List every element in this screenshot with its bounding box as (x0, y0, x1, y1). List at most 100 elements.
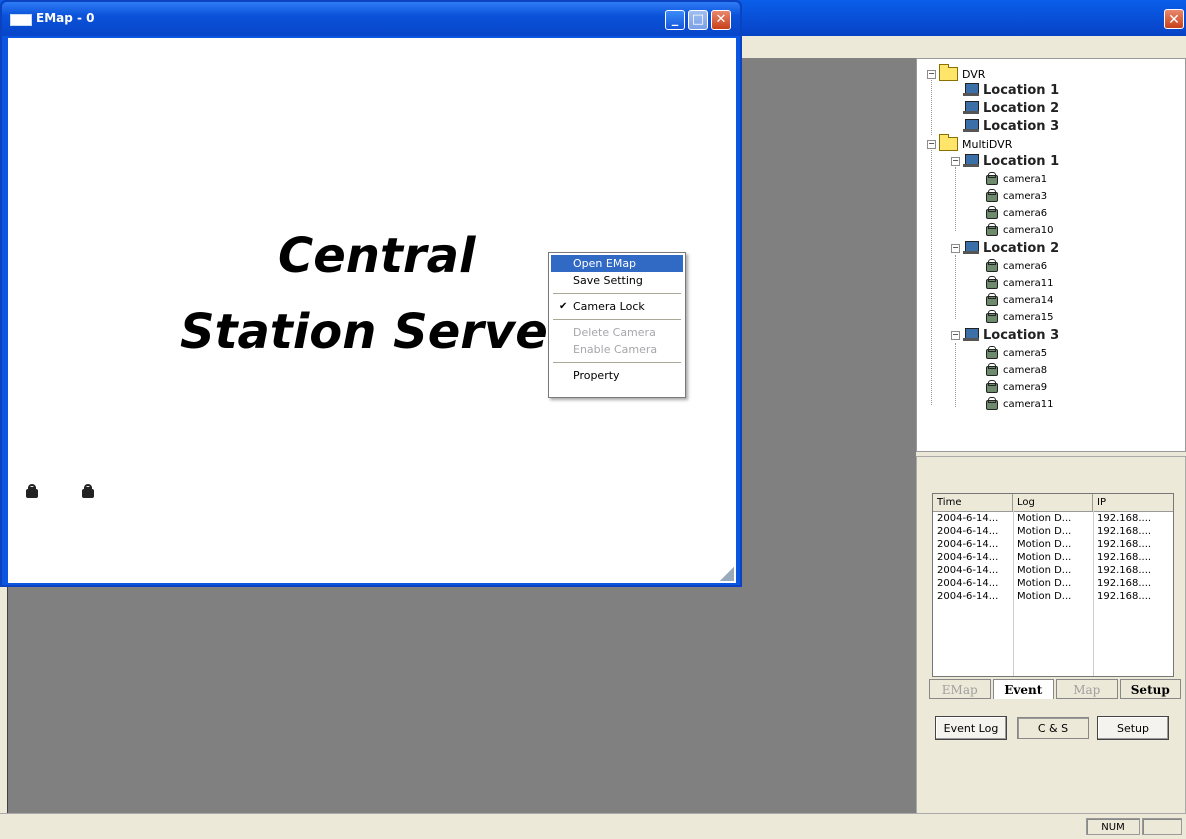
camera-icon (985, 380, 999, 394)
tree-node-label: Location 3 (983, 118, 1060, 134)
table-cell: Motion D... (1017, 526, 1072, 537)
table-cell: 192.168.... (1097, 591, 1152, 602)
camera-icon (985, 310, 999, 324)
camera-icon (985, 397, 999, 411)
menu-separator (553, 319, 681, 320)
tab-setup[interactable]: Setup (1119, 679, 1181, 699)
tree-node-label: MultiDVR (962, 137, 1013, 151)
tree-node-camera[interactable]: camera14 (985, 291, 1053, 309)
tree-node-label: DVR (962, 67, 986, 81)
camera-icon (985, 189, 999, 203)
menu-item-label: Camera Lock (573, 300, 645, 313)
table-cell: 2004-6-14... (937, 539, 999, 550)
tree-node-camera[interactable]: camera6 (985, 204, 1047, 222)
window-icon (10, 14, 32, 26)
emap-titlebar[interactable]: EMap - 0 _ □ ✕ (2, 2, 740, 36)
tree-node-label: camera10 (1003, 224, 1054, 236)
menu-item-save-setting[interactable]: Save Setting (551, 272, 683, 289)
tree-node-multidvr-location[interactable]: − Location 1 (951, 152, 1059, 170)
tree-node-camera[interactable]: camera11 (985, 395, 1053, 413)
tree-node-multidvr-location[interactable]: − Location 2 (951, 239, 1059, 257)
table-header: Time Log IP (933, 494, 1173, 512)
tab-emap[interactable]: EMap (929, 679, 991, 699)
tab-event[interactable]: Event (992, 679, 1054, 699)
table-row[interactable]: 2004-6-14... Motion D... 192.168.... (933, 577, 1173, 590)
map-camera-icon[interactable] (80, 484, 98, 500)
dvr-icon (963, 241, 979, 255)
context-menu: Open EMap Save Setting ✔ Camera Lock Del… (548, 252, 686, 398)
tree-node-label: camera6 (1003, 207, 1048, 219)
menu-separator (553, 362, 681, 363)
dvr-icon (963, 119, 979, 133)
map-camera-icon[interactable] (24, 484, 42, 500)
table-cell: 2004-6-14... (937, 526, 999, 537)
maximize-button[interactable]: □ (688, 10, 708, 30)
tree-node-dvr-location[interactable]: Location 2 (963, 99, 1059, 117)
tree-node-label: Location 1 (983, 82, 1060, 98)
tree-node-dvr-location[interactable]: Location 1 (963, 81, 1059, 99)
window-title: EMap - 0 (36, 11, 95, 25)
collapse-icon[interactable]: − (927, 139, 936, 149)
tree-node-label: camera3 (1003, 190, 1048, 202)
folder-icon (939, 64, 958, 81)
resize-grip-icon[interactable] (720, 567, 734, 581)
column-header-ip[interactable]: IP (1093, 494, 1173, 511)
tree-node-dvr-location[interactable]: Location 3 (963, 117, 1059, 135)
app-close-button[interactable]: ✕ (1164, 9, 1184, 29)
camera-icon (985, 172, 999, 186)
status-cell-empty (1142, 818, 1182, 835)
close-button[interactable]: ✕ (711, 10, 731, 30)
collapse-icon[interactable]: − (951, 330, 960, 340)
menu-item-open-emap[interactable]: Open EMap (551, 255, 683, 272)
mode-display: C & S (1017, 717, 1089, 739)
map-text-line1: Central (278, 228, 476, 284)
collapse-icon[interactable]: − (927, 69, 936, 79)
tree-node-label: camera11 (1003, 277, 1054, 289)
tree-node-multidvr[interactable]: − MultiDVR (927, 134, 1013, 153)
camera-icon (985, 276, 999, 290)
tree-node-label: camera1 (1003, 173, 1048, 185)
collapse-icon[interactable]: − (951, 243, 960, 253)
tree-node-camera[interactable]: camera8 (985, 361, 1047, 379)
tree-node-camera[interactable]: camera1 (985, 170, 1047, 188)
event-log-button[interactable]: Event Log (935, 716, 1007, 740)
dvr-icon (963, 154, 979, 168)
table-cell: 192.168.... (1097, 513, 1152, 524)
panel-tabs: EMap Event Map Setup (929, 679, 1181, 699)
tree-node-camera[interactable]: camera15 (985, 308, 1053, 326)
menu-item-property[interactable]: Property (551, 367, 683, 384)
table-cell: 2004-6-14... (937, 565, 999, 576)
tree-node-label: camera6 (1003, 260, 1048, 272)
table-cell: 2004-6-14... (937, 591, 999, 602)
tree-node-camera[interactable]: camera3 (985, 187, 1047, 205)
tree-node-camera[interactable]: camera10 (985, 221, 1053, 239)
table-cell: Motion D... (1017, 591, 1072, 602)
tree-node-multidvr-location[interactable]: − Location 3 (951, 326, 1059, 344)
collapse-icon[interactable]: − (951, 156, 960, 166)
table-cell: Motion D... (1017, 539, 1072, 550)
column-header-log[interactable]: Log (1013, 494, 1093, 511)
table-row[interactable]: 2004-6-14... Motion D... 192.168.... (933, 512, 1173, 525)
tab-map[interactable]: Map (1056, 679, 1118, 699)
table-row[interactable]: 2004-6-14... Motion D... 192.168.... (933, 590, 1173, 603)
tree-node-camera[interactable]: camera5 (985, 344, 1047, 362)
table-row[interactable]: 2004-6-14... Motion D... 192.168.... (933, 564, 1173, 577)
table-row[interactable]: 2004-6-14... Motion D... 192.168.... (933, 525, 1173, 538)
table-row[interactable]: 2004-6-14... Motion D... 192.168.... (933, 551, 1173, 564)
tree-node-label: camera11 (1003, 398, 1054, 410)
table-cell: Motion D... (1017, 565, 1072, 576)
table-cell: 192.168.... (1097, 539, 1152, 550)
table-row[interactable]: 2004-6-14... Motion D... 192.168.... (933, 538, 1173, 551)
setup-button[interactable]: Setup (1097, 716, 1169, 740)
menu-item-camera-lock[interactable]: ✔ Camera Lock (551, 298, 683, 315)
tree-node-camera[interactable]: camera9 (985, 378, 1047, 396)
column-header-time[interactable]: Time (933, 494, 1013, 511)
checkmark-icon: ✔ (559, 301, 568, 312)
tree-node-camera[interactable]: camera6 (985, 257, 1047, 275)
event-log-table[interactable]: Time Log IP 2004-6-14... Motion D... 192.1… (932, 493, 1174, 677)
camera-icon (985, 293, 999, 307)
table-cell: 2004-6-14... (937, 578, 999, 589)
minimize-button[interactable]: _ (665, 10, 685, 30)
tree-node-label: camera14 (1003, 294, 1054, 306)
tree-node-camera[interactable]: camera11 (985, 274, 1053, 292)
